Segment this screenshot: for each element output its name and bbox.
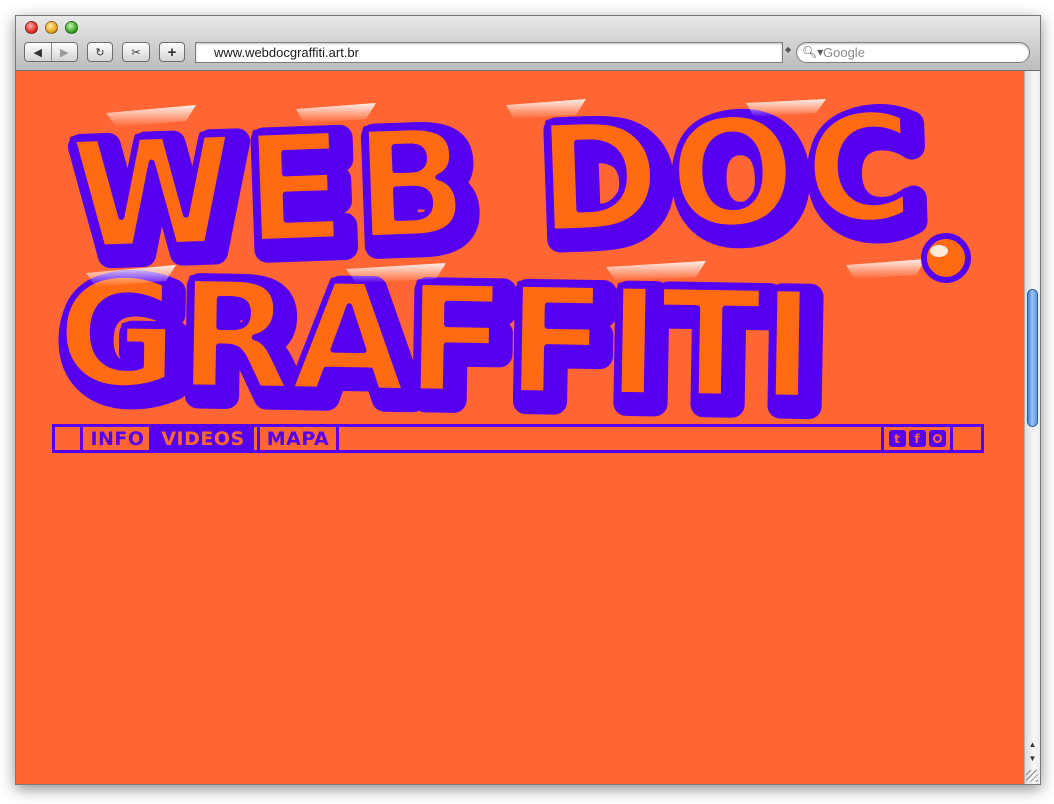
nav-videos-link[interactable]: VIDEOS (152, 427, 254, 450)
back-forward-group: ◀ ▶ (24, 42, 78, 62)
scissors-icon: ✂ (131, 46, 141, 59)
web-clip-button[interactable]: ✂ (122, 42, 150, 62)
zoom-window-button[interactable] (65, 21, 78, 34)
search-field[interactable]: 🔍︎▾ Google (796, 42, 1030, 63)
resize-grip-icon[interactable] (1026, 770, 1038, 782)
twitter-icon[interactable]: t (888, 430, 906, 447)
webdoc-graffiti-logo: WEB DOC WEB DOC GRAFFITI GRAFFITI (49, 83, 971, 423)
browser-window: ◀ ▶ ↻ ✂ + www.webdocgraffiti.art.br ◆ 🔍︎… (15, 15, 1041, 785)
close-window-button[interactable] (25, 21, 38, 34)
nav-spacer (55, 427, 83, 450)
scroll-down-arrow-icon[interactable]: ▼ (1027, 753, 1038, 765)
address-bar[interactable]: www.webdocgraffiti.art.br (195, 42, 783, 63)
add-bookmark-button[interactable]: + (159, 42, 185, 62)
scrollbar-thumb[interactable] (1027, 289, 1038, 427)
instagram-icon[interactable] (928, 430, 946, 447)
page-content: WEB DOC WEB DOC GRAFFITI GRAFFITI INFO V… (16, 71, 1024, 784)
search-icon[interactable]: 🔍︎▾ (802, 45, 823, 59)
reload-icon: ↻ (95, 46, 105, 59)
back-icon[interactable]: ◀ (25, 43, 51, 61)
search-placeholder: Google (823, 45, 865, 60)
vertical-scrollbar[interactable]: ▲ ▼ (1024, 71, 1040, 784)
site-nav-bar: INFO VIDEOS MAPA t f (52, 424, 984, 453)
plus-icon: + (167, 43, 177, 61)
scroll-up-arrow-icon[interactable]: ▲ (1027, 739, 1038, 751)
browser-toolbar: ◀ ▶ ↻ ✂ + www.webdocgraffiti.art.br ◆ 🔍︎… (16, 16, 1040, 71)
address-dropdown-icon[interactable]: ◆ (785, 45, 791, 54)
forward-icon[interactable]: ▶ (52, 43, 78, 61)
reload-button[interactable]: ↻ (87, 42, 113, 62)
facebook-icon[interactable]: f (908, 430, 926, 447)
minimize-window-button[interactable] (45, 21, 58, 34)
social-links: t f (881, 427, 953, 450)
nav-mapa-link[interactable]: MAPA (257, 427, 339, 450)
nav-info-link[interactable]: INFO (86, 427, 152, 450)
